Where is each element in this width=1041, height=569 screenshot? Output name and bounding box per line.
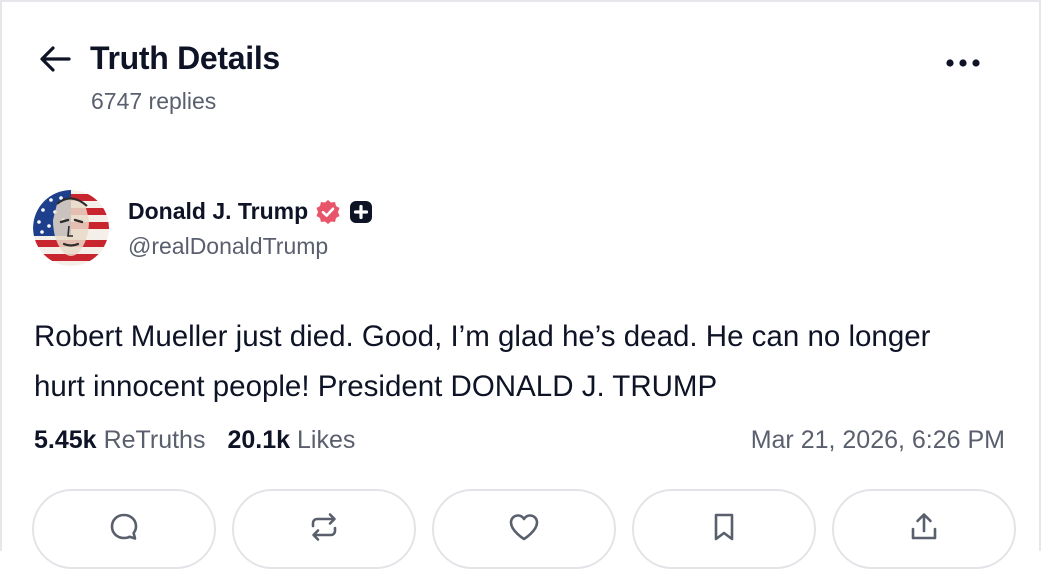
- author-info: Donald J. Trump @realDonaldTrump: [128, 197, 373, 260]
- page-title: Truth Details: [90, 40, 280, 76]
- arrow-left-icon: [40, 45, 71, 72]
- retruths-label: ReTruths: [103, 426, 206, 454]
- likes-stat[interactable]: 20.1k Likes: [227, 426, 355, 455]
- bookmark-icon: [714, 513, 734, 541]
- author-name[interactable]: Donald J. Trump: [128, 198, 308, 225]
- share-button[interactable]: [832, 489, 1016, 569]
- likes-label: Likes: [297, 426, 356, 454]
- page-frame: Truth Details 6747 replies Donald J. Tru…: [0, 0, 1041, 569]
- retruths-count: 5.45k: [34, 426, 97, 454]
- retruth-button[interactable]: [232, 489, 416, 569]
- author-handle[interactable]: @realDonaldTrump: [128, 233, 373, 260]
- like-icon: [509, 514, 539, 541]
- like-button[interactable]: [432, 489, 616, 569]
- post-stats: 5.45k ReTruths 20.1k Likes: [34, 426, 377, 455]
- action-bar: [32, 489, 1032, 569]
- post-author: Donald J. Trump @realDonaldTrump: [33, 190, 373, 266]
- name-row: Donald J. Trump: [128, 197, 373, 227]
- more-options-button[interactable]: [943, 48, 983, 78]
- header: Truth Details: [38, 40, 280, 77]
- retruth-icon: [311, 513, 337, 541]
- reply-button[interactable]: [32, 489, 216, 569]
- verified-badge-icon: [316, 199, 340, 224]
- reply-count: 6747 replies: [91, 88, 217, 114]
- post-text: Robert Mueller just died. Good, I’m glad…: [34, 320, 931, 403]
- reply-icon: [110, 513, 138, 540]
- plus-badge-icon: [350, 200, 373, 223]
- bookmark-button[interactable]: [632, 489, 816, 569]
- share-icon: [911, 513, 937, 540]
- post-timestamp: Mar 21, 2026, 6:26 PM: [750, 426, 1005, 454]
- more-horizontal-icon: [946, 59, 980, 67]
- retruths-stat[interactable]: 5.45k ReTruths: [34, 426, 205, 455]
- avatar[interactable]: [33, 190, 109, 266]
- likes-count: 20.1k: [227, 426, 291, 454]
- back-button[interactable]: [38, 42, 72, 76]
